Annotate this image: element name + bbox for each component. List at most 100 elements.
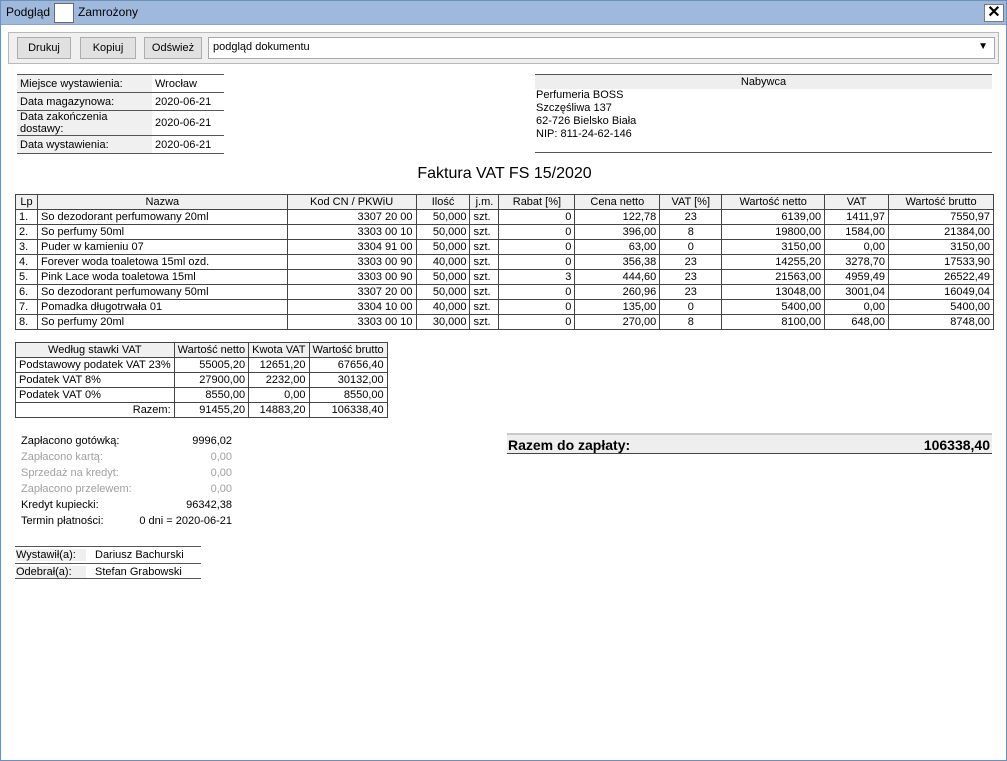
copy-button[interactable]: Kopiuj	[80, 37, 136, 59]
payment-label: Termin płatności:	[21, 515, 104, 527]
table-row: Podatek VAT 8% 27900,00 2232,00 30132,00	[15, 372, 388, 388]
refresh-button[interactable]: Odśwież	[144, 37, 202, 59]
close-icon[interactable]: ✕	[984, 4, 1004, 22]
info-value: 2020-06-21	[155, 95, 212, 108]
column-header: Kod CN / PKWiU	[286, 194, 417, 210]
vat-amount-cell: 2232,00	[248, 372, 310, 388]
payment-label: Zapłacono przelewem:	[21, 483, 132, 495]
vat-rate-label: Podatek VAT 0%	[15, 387, 175, 403]
code-cell: 3307 20 00	[286, 284, 417, 300]
info-row: Data zakończenia dostawy: 2020-06-21	[17, 110, 224, 136]
info-value: 2020-06-21	[155, 117, 212, 129]
view-mode-select[interactable]: podgląd dokumentu ▼	[208, 37, 995, 59]
freeze-checkbox-label[interactable]: Zamrożony	[78, 5, 138, 19]
payment-value: 9996,02	[192, 435, 232, 447]
net-value-cell: 13048,00	[721, 284, 826, 300]
vat-rate-cell: 8	[659, 224, 723, 240]
vat-cell: 3278,70	[824, 254, 890, 270]
info-value: 2020-06-21	[155, 138, 212, 151]
table-row: 1. So dezodorant perfumowany 20ml 3307 20 …	[15, 209, 994, 225]
column-header: Kwota VAT	[248, 342, 310, 358]
qty-cell: 30,000	[415, 314, 471, 330]
window-title: Podgląd	[6, 5, 51, 19]
code-cell: 3304 91 00	[286, 239, 417, 255]
chevron-down-icon[interactable]: ▼	[978, 41, 988, 52]
code-cell: 3304 10 00	[286, 299, 417, 315]
qty-cell: 40,000	[415, 254, 471, 270]
net-value-cell: 3150,00	[721, 239, 826, 255]
name-cell: So dezodorant perfumowany 20ml	[36, 209, 288, 225]
payment-row: Zapłacono przelewem: 0,00	[17, 481, 232, 497]
net-value-cell: 5400,00	[721, 299, 826, 315]
table-row: 3. Puder w kamieniu 07 3304 91 00 50,000 szt…	[15, 239, 994, 255]
name-cell: So dezodorant perfumowany 50ml	[36, 284, 288, 300]
column-header: Wartość brutto	[888, 194, 994, 210]
issued-by: Wystawił(a): Dariusz Bachurski	[15, 546, 201, 563]
table-row: 7. Pomadka długotrwała 01 3304 10 00 40,000…	[15, 299, 994, 315]
vat-amount-cell: 55005,20	[173, 357, 250, 373]
vat-cell: 3001,04	[824, 284, 890, 300]
table-row: Podatek VAT 0% 8550,00 0,00 8550,00	[15, 387, 388, 403]
name-cell: So perfumy 50ml	[36, 224, 288, 240]
qty-cell: 50,000	[415, 239, 471, 255]
items-table: Lp Nazwa Kod CN / PKWiU Ilość j.m. Rabat [%] C…	[15, 194, 994, 330]
print-button[interactable]: Drukuj	[17, 37, 71, 59]
vat-rate-label: Razem:	[15, 402, 175, 418]
buyer-block: Nabywca Perfumeria BOSS Szczęśliwa 137 6…	[535, 74, 992, 141]
vat-rate-cell: 23	[659, 284, 723, 300]
payment-row: Kredyt kupiecki: 96342,38	[17, 497, 232, 513]
vat-total-row: Razem: 91455,20 14883,20 106338,40	[15, 402, 388, 418]
issued-by-label: Wystawił(a):	[16, 549, 86, 561]
lp-cell: 3.	[15, 239, 38, 255]
info-row: Data wystawienia: 2020-06-21	[17, 135, 224, 154]
payment-row: Sprzedaż na kredyt: 0,00	[17, 465, 232, 481]
vat-amount-cell: 27900,00	[173, 372, 250, 388]
info-label: Data wystawienia:	[17, 135, 152, 154]
buyer-name: Perfumeria BOSS	[536, 89, 624, 101]
code-cell: 3303 00 10	[286, 224, 417, 240]
unit-cell: szt.	[469, 209, 500, 225]
gross-value-cell: 21384,00	[888, 224, 994, 240]
discount-cell: 0	[498, 299, 576, 315]
column-header: Cena netto	[574, 194, 661, 210]
payment-value: 0,00	[210, 451, 232, 463]
table-row: 4. Forever woda toaletowa 15ml ozd. 3303 0…	[15, 254, 994, 270]
name-cell: Puder w kamieniu 07	[36, 239, 288, 255]
gross-value-cell: 7550,97	[888, 209, 994, 225]
lp-cell: 1.	[15, 209, 38, 225]
vat-cell: 648,00	[824, 314, 890, 330]
net-price-cell: 63,00	[574, 239, 661, 255]
vat-amount-cell: 106338,40	[308, 402, 388, 418]
vat-rate-cell: 0	[659, 239, 723, 255]
vat-amount-cell: 12651,20	[248, 357, 310, 373]
gross-value-cell: 26522,49	[888, 269, 994, 285]
payments-block: Zapłacono gotówką: 9996,02 Zapłacono kartą…	[17, 433, 232, 529]
column-header: Lp	[15, 194, 38, 210]
info-row: Data magazynowa: 2020-06-21	[17, 92, 224, 111]
column-header: Według stawki VAT	[15, 342, 175, 358]
unit-cell: szt.	[469, 284, 500, 300]
vat-rate-cell: 0	[659, 299, 723, 315]
qty-cell: 50,000	[415, 284, 471, 300]
net-value-cell: 14255,20	[721, 254, 826, 270]
document-info-table: Miejsce wystawienia: Wrocław Data magazy…	[17, 74, 224, 154]
gross-value-cell: 17533,90	[888, 254, 994, 270]
payment-value: 0,00	[210, 483, 232, 495]
toolbar: Drukuj Kopiuj Odśwież podgląd dokumentu …	[8, 32, 999, 64]
net-price-cell: 135,00	[574, 299, 661, 315]
vat-amount-cell: 67656,40	[308, 357, 388, 373]
qty-cell: 50,000	[415, 224, 471, 240]
unit-cell: szt.	[469, 314, 500, 330]
vat-rate-cell: 23	[659, 269, 723, 285]
preview-window: Podgląd Zamrożony ✕ Drukuj Kopiuj Odświe…	[0, 0, 1007, 761]
net-price-cell: 444,60	[574, 269, 661, 285]
table-row: 8. So perfumy 20ml 3303 00 10 30,000 szt. 0 27…	[15, 314, 994, 330]
qty-cell: 40,000	[415, 299, 471, 315]
vat-cell: 1411,97	[824, 209, 890, 225]
received-by: Odebrał(a): Stefan Grabowski	[15, 563, 201, 579]
gross-value-cell: 16049,04	[888, 284, 994, 300]
unit-cell: szt.	[469, 269, 500, 285]
vat-rate-label: Podstawowy podatek VAT 23%	[15, 357, 175, 373]
freeze-checkbox[interactable]	[54, 3, 74, 23]
vat-cell: 0,00	[824, 239, 890, 255]
